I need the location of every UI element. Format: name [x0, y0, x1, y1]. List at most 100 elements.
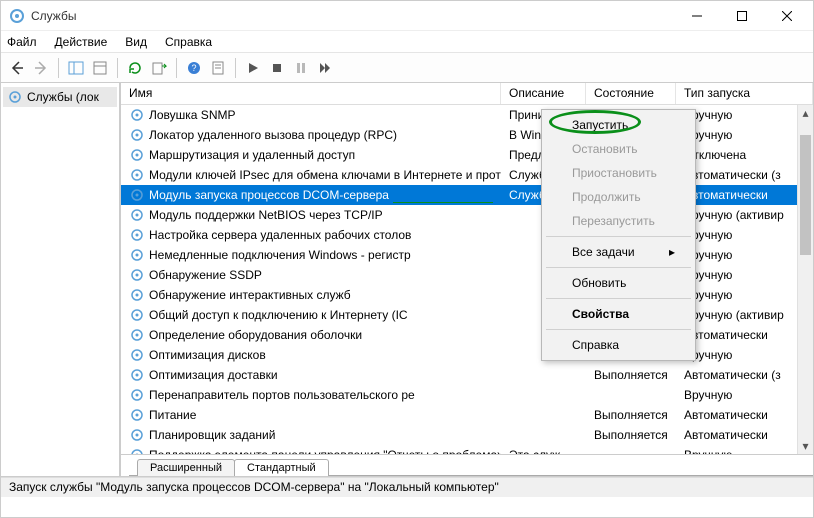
table-row[interactable]: Маршрутизация и удаленный доступПредлага…: [121, 145, 813, 165]
table-row[interactable]: Локатор удаленного вызова процедур (RPC)…: [121, 125, 813, 145]
service-name: Питание: [149, 408, 196, 422]
menu-file[interactable]: Файл: [7, 35, 37, 49]
column-headers: Имя Описание Состояние Тип запуска: [121, 83, 813, 105]
tree-pane: Службы (лок: [1, 83, 121, 476]
table-row[interactable]: Определение оборудования оболочкиВыполня…: [121, 325, 813, 345]
refresh-button[interactable]: [124, 57, 146, 79]
table-row[interactable]: Обнаружение интерактивных службВручную: [121, 285, 813, 305]
export-button[interactable]: [148, 57, 170, 79]
service-startup: Автоматически: [676, 408, 813, 422]
service-startup: Отключена: [676, 148, 813, 162]
close-button[interactable]: [764, 1, 809, 30]
gear-icon: [129, 347, 145, 363]
menu-help[interactable]: Справка: [165, 35, 212, 49]
gear-icon: [129, 227, 145, 243]
table-row[interactable]: Модуль запуска процессов DCOM-сервераСлу…: [121, 185, 813, 205]
start-service-button[interactable]: [242, 57, 264, 79]
forward-button[interactable]: [30, 57, 52, 79]
table-row[interactable]: Настройка сервера удаленных рабочих стол…: [121, 225, 813, 245]
scroll-up-arrow[interactable]: ▴: [798, 105, 813, 121]
col-desc[interactable]: Описание: [501, 83, 586, 104]
tab-standard[interactable]: Стандартный: [234, 459, 329, 476]
gear-icon: [129, 407, 145, 423]
gear-icon: [129, 267, 145, 283]
gear-icon: [129, 247, 145, 263]
gear-icon: [129, 187, 145, 203]
stop-service-button[interactable]: [266, 57, 288, 79]
show-hide-tree-button[interactable]: [65, 57, 87, 79]
service-startup: Вручную: [676, 108, 813, 122]
gear-icon: [129, 147, 145, 163]
ctx-pause[interactable]: Приостановить: [544, 161, 693, 185]
window-title: Службы: [31, 9, 674, 23]
ctx-properties[interactable]: Свойства: [544, 302, 693, 326]
minimize-button[interactable]: [674, 1, 719, 30]
scroll-down-arrow[interactable]: ▾: [798, 438, 813, 454]
back-button[interactable]: [6, 57, 28, 79]
ctx-start[interactable]: Запустить: [544, 113, 693, 137]
statusbar: Запуск службы "Модуль запуска процессов …: [1, 477, 813, 497]
ctx-stop[interactable]: Остановить: [544, 137, 693, 161]
table-row[interactable]: Общий доступ к подключению к Интернету (…: [121, 305, 813, 325]
ctx-separator: [546, 298, 691, 299]
properties-sheet-button[interactable]: [207, 57, 229, 79]
table-row[interactable]: Ловушка SNMPПринимае…Вручную: [121, 105, 813, 125]
scrollbar-thumb[interactable]: [800, 135, 811, 255]
tree-root-services[interactable]: Службы (лок: [3, 87, 117, 107]
gear-icon: [129, 327, 145, 343]
annotation-underline: [393, 202, 493, 203]
tab-extended[interactable]: Расширенный: [137, 459, 235, 476]
table-row[interactable]: Оптимизация дисковВручную: [121, 345, 813, 365]
service-name: Общий доступ к подключению к Интернету (…: [149, 308, 408, 322]
content-area: Службы (лок Имя Описание Состояние Тип з…: [1, 83, 813, 477]
maximize-button[interactable]: [719, 1, 764, 30]
table-row[interactable]: Оптимизация доставкиВыполняетсяАвтоматич…: [121, 365, 813, 385]
table-row[interactable]: Планировщик заданийВыполняетсяАвтоматиче…: [121, 425, 813, 445]
ctx-refresh[interactable]: Обновить: [544, 271, 693, 295]
service-name: Модули ключей IPsec для обмена ключами в…: [149, 168, 501, 182]
chevron-right-icon: ▸: [669, 245, 675, 259]
menu-action[interactable]: Действие: [55, 35, 108, 49]
ctx-separator: [546, 236, 691, 237]
gear-icon: [129, 427, 145, 443]
ctx-separator: [546, 267, 691, 268]
menubar: Файл Действие Вид Справка: [1, 31, 813, 53]
list-pane: Имя Описание Состояние Тип запуска Ловуш…: [121, 83, 813, 476]
ctx-resume[interactable]: Продолжить: [544, 185, 693, 209]
service-name: Перенаправитель портов пользовательского…: [149, 388, 415, 402]
table-row[interactable]: Модуль поддержки NetBIOS через TCP/IPетс…: [121, 205, 813, 225]
help-toolbar-button[interactable]: ?: [183, 57, 205, 79]
col-start[interactable]: Тип запуска: [676, 83, 813, 104]
ctx-alltasks[interactable]: Все задачи▸: [544, 240, 693, 264]
tree-root-label: Службы (лок: [27, 90, 99, 104]
table-row[interactable]: Поддержка элемента панели управления "От…: [121, 445, 813, 454]
table-row[interactable]: Обнаружение SSDPВыполняетсяВручную: [121, 265, 813, 285]
table-row[interactable]: Перенаправитель портов пользовательского…: [121, 385, 813, 405]
service-startup: Вручную: [676, 448, 813, 454]
service-startup: Вручную: [676, 248, 813, 262]
service-name: Немедленные подключения Windows - регист…: [149, 248, 411, 262]
service-list: Ловушка SNMPПринимае…ВручнуюЛокатор удал…: [121, 105, 813, 454]
service-name: Локатор удаленного вызова процедур (RPC): [149, 128, 397, 142]
service-startup: Вручную: [676, 348, 813, 362]
table-row[interactable]: Модули ключей IPsec для обмена ключами в…: [121, 165, 813, 185]
col-name[interactable]: Имя: [121, 83, 501, 104]
service-state: Выполняется: [586, 428, 676, 442]
col-state[interactable]: Состояние: [586, 83, 676, 104]
table-row[interactable]: Немедленные подключения Windows - регист…: [121, 245, 813, 265]
gear-icon: [129, 207, 145, 223]
service-state: Выполняется: [586, 408, 676, 422]
ctx-help[interactable]: Справка: [544, 333, 693, 357]
service-startup: Вручную (активир: [676, 308, 813, 322]
service-startup: Вручную: [676, 268, 813, 282]
gear-icon: [129, 367, 145, 383]
restart-service-button[interactable]: [314, 57, 336, 79]
ctx-restart[interactable]: Перезапустить: [544, 209, 693, 233]
vertical-scrollbar[interactable]: ▴ ▾: [797, 105, 813, 454]
properties-toolbar-button[interactable]: [89, 57, 111, 79]
table-row[interactable]: Питание ВыполняетсяАвтоматически: [121, 405, 813, 425]
menu-view[interactable]: Вид: [125, 35, 147, 49]
gear-icon: [129, 127, 145, 143]
pause-service-button[interactable]: [290, 57, 312, 79]
services-icon: [9, 8, 25, 24]
